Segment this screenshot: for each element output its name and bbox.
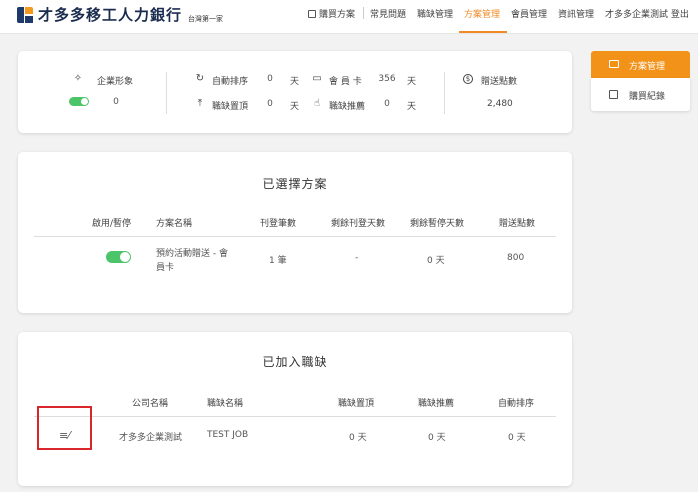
points-label: 贈送點數 [481, 77, 518, 87]
logo-text: 才多多移工人力銀行 [38, 6, 183, 24]
sidebar-item-plan-manage[interactable]: 方案管理 [591, 51, 690, 78]
col-plan-name: 方案名稱 [156, 219, 193, 229]
divider [166, 72, 167, 114]
top-unit: 天 [290, 102, 300, 112]
site-logo[interactable]: 才多多移工人力銀行 台灣第一家 [17, 4, 223, 25]
nav-profile[interactable]: 資訊管理 [558, 7, 594, 20]
member-card-label: 會 員 卡 [329, 77, 362, 87]
brand-label: 企業形象 [97, 77, 134, 87]
selected-plans-card: 已選擇方案 啟用/暫停 方案名稱 刊登筆數 剩餘刊登天數 剩餘暫停天數 贈送點數… [18, 152, 572, 313]
summary-card: ✧ 企業形象 0 ↻ 自動排序 0 天 ⤒ 職缺置頂 0 天 ▭ 會 員 卡 3… [18, 51, 572, 133]
member-card-value: 356 [378, 74, 396, 84]
nav-members[interactable]: 會員管理 [511, 7, 547, 20]
table-divider [34, 416, 556, 417]
col-job-name: 職缺名稱 [207, 399, 244, 409]
logo-subtitle: 台灣第一家 [188, 14, 224, 23]
job-recommend: 0 天 [428, 433, 446, 443]
recommend-label: 職缺推薦 [329, 102, 366, 112]
col-remaining-days: 剩餘刊登天數 [331, 219, 386, 229]
plan-name-line2: 員卡 [156, 263, 175, 273]
divider [444, 72, 445, 114]
refresh-icon: ↻ [195, 73, 205, 84]
job-name: TEST JOB [207, 430, 249, 440]
sparkle-icon: ✧ [73, 73, 83, 84]
col-top: 職缺置頂 [338, 399, 375, 409]
nav-jobs[interactable]: 職缺管理 [417, 7, 453, 20]
brand-value: 0 [113, 97, 119, 107]
logo-mark-icon [17, 6, 33, 23]
brand-toggle[interactable] [69, 97, 89, 106]
receipt-icon [609, 90, 618, 99]
points-value: 2,480 [487, 99, 513, 109]
top-label: 職缺置頂 [212, 102, 249, 112]
plan-paused-days: 0 天 [427, 256, 445, 266]
top-header: 才多多移工人力銀行 台灣第一家 購買方案 常見問題 職缺管理 方案管理 會員管理… [0, 0, 698, 34]
selected-plans-title: 已選擇方案 [262, 177, 328, 191]
col-recommend: 職缺推薦 [418, 399, 455, 409]
top-value: 0 [267, 99, 273, 109]
nav-company-logout[interactable]: 才多多企業測試 登出 [605, 7, 689, 20]
joined-jobs-card: 已加入職缺 公司名稱 職缺名稱 職缺置頂 職缺推薦 自動排序 ≡⁄ 才多多企業測… [18, 332, 572, 486]
col-paused-days: 剩餘暫停天數 [410, 219, 465, 229]
plan-count: 1 筆 [269, 256, 287, 266]
recommend-value: 0 [384, 99, 390, 109]
nav-active-indicator [459, 31, 507, 33]
plan-name-line1: 預約活動贈送 - 會 [156, 249, 228, 259]
plan-points: 800 [507, 253, 525, 263]
nav-faq[interactable]: 常見問題 [370, 7, 406, 20]
highlight-box [37, 406, 92, 450]
nav-buy-plan[interactable]: 購買方案 [308, 7, 355, 20]
job-top: 0 天 [349, 433, 367, 443]
joined-jobs-title: 已加入職缺 [262, 355, 328, 369]
wallet-icon [609, 60, 619, 68]
nav-plans[interactable]: 方案管理 [464, 7, 500, 20]
recommend-unit: 天 [407, 102, 417, 112]
plan-toggle[interactable] [106, 251, 131, 263]
col-company: 公司名稱 [132, 399, 169, 409]
job-auto-sort: 0 天 [508, 433, 526, 443]
sidebar-label-plan-manage: 方案管理 [629, 62, 666, 72]
arrow-up-icon: ⤒ [197, 98, 203, 109]
coin-icon: $ [463, 74, 473, 84]
auto-sort-value: 0 [267, 74, 273, 84]
nav-divider [363, 7, 364, 19]
job-company: 才多多企業測試 [119, 433, 183, 443]
plan-remaining-days: - [355, 253, 359, 263]
table-divider [34, 236, 556, 237]
auto-sort-label: 自動排序 [212, 77, 249, 87]
hand-icon: ☝ [313, 98, 321, 109]
bag-icon [308, 10, 316, 18]
col-count: 刊登筆數 [260, 219, 297, 229]
col-toggle: 啟用/暫停 [92, 219, 132, 229]
sidebar-item-purchase-record[interactable]: 購買紀錄 [591, 78, 690, 111]
sidebar-label-purchase-record: 購買紀錄 [629, 92, 666, 102]
card-icon: ▭ [312, 73, 322, 84]
col-points: 贈送點數 [499, 219, 536, 229]
auto-sort-unit: 天 [290, 77, 300, 87]
col-auto-sort: 自動排序 [498, 399, 535, 409]
member-card-unit: 天 [407, 77, 417, 87]
